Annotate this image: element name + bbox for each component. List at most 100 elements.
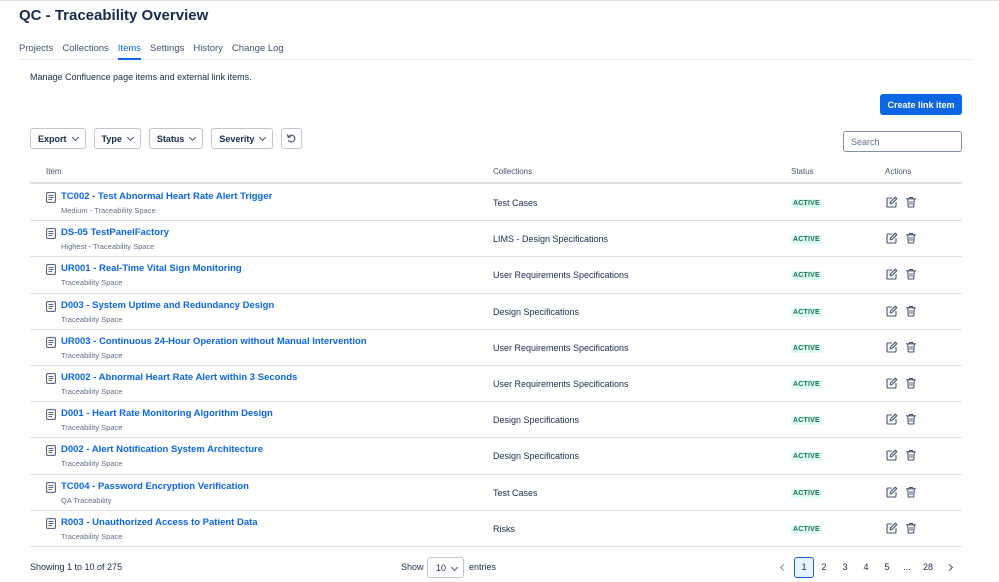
document-icon <box>46 228 56 240</box>
entries-label: entries <box>469 562 497 572</box>
create-link-item-button[interactable]: Create link item <box>880 94 962 115</box>
severity-filter[interactable]: Severity <box>211 128 274 149</box>
chevron-down-icon <box>126 133 134 141</box>
prev-page-icon[interactable] <box>779 563 788 572</box>
trash-icon[interactable] <box>905 341 917 353</box>
show-label: Show <box>401 562 424 572</box>
item-subtitle: Traceability Space <box>61 386 123 396</box>
status-badge: ACTIVE <box>791 307 822 317</box>
item-subtitle: Traceability Space <box>61 459 123 469</box>
type-filter[interactable]: Type <box>93 128 141 149</box>
item-title-link[interactable]: D002 - Alert Notification System Archite… <box>61 444 263 455</box>
edit-icon[interactable] <box>886 522 898 534</box>
page-button-1[interactable]: 1 <box>794 557 814 578</box>
table-row: UR002 - Abnormal Heart Rate Alert within… <box>30 366 962 403</box>
tab-change-log[interactable]: Change Log <box>232 43 284 60</box>
trash-icon[interactable] <box>905 449 917 461</box>
table-header: Item Collections Status Actions <box>30 164 962 184</box>
edit-icon[interactable] <box>886 449 898 461</box>
table-row: DS-05 TestPanelFactory Highest - Traceabi… <box>30 221 962 258</box>
items-table-body: TC002 - Test Abnormal Heart Rate Alert T… <box>30 185 962 547</box>
item-collection: User Requirements Specifications <box>493 342 629 353</box>
table-row: UR003 - Continuous 24-Hour Operation wit… <box>30 330 962 366</box>
top-divider <box>0 0 999 1</box>
item-title-link[interactable]: TC004 - Password Encryption Verification <box>61 481 249 492</box>
trash-icon[interactable] <box>905 268 917 280</box>
table-row: D001 - Heart Rate Monitoring Algorithm D… <box>30 402 962 439</box>
page-button-2[interactable]: 2 <box>816 557 832 578</box>
document-icon <box>46 373 56 384</box>
status-filter[interactable]: Status <box>148 128 204 149</box>
tab-projects[interactable]: Projects <box>19 43 53 60</box>
table-row: UR001 - Real-Time Vital Sign Monitoring T… <box>30 257 962 294</box>
trash-icon[interactable] <box>905 486 917 498</box>
edit-icon[interactable] <box>886 486 898 498</box>
edit-icon[interactable] <box>886 413 898 425</box>
search-input[interactable] <box>843 131 962 152</box>
export-dropdown[interactable]: Export <box>30 128 86 149</box>
page-title: QC - Traceability Overview <box>19 7 209 24</box>
trash-icon[interactable] <box>905 196 917 208</box>
trash-icon[interactable] <box>905 232 917 244</box>
edit-icon[interactable] <box>886 341 898 353</box>
status-badge: ACTIVE <box>791 343 822 353</box>
item-title-link[interactable]: UR003 - Continuous 24-Hour Operation wit… <box>61 336 367 347</box>
document-icon <box>46 409 56 421</box>
item-title-link[interactable]: TC002 - Test Abnormal Heart Rate Alert T… <box>61 191 272 202</box>
tab-history[interactable]: History <box>193 43 223 60</box>
item-subtitle: Traceability Space <box>61 423 123 433</box>
tab-settings[interactable]: Settings <box>150 43 184 60</box>
item-subtitle: Medium - Traceability Space <box>61 206 156 215</box>
table-row: TC002 - Test Abnormal Heart Rate Alert T… <box>30 185 962 222</box>
document-icon <box>46 445 56 457</box>
export-label: Export <box>38 133 67 144</box>
document-icon <box>46 192 56 203</box>
item-collection: User Requirements Specifications <box>493 270 629 281</box>
page-button-28[interactable]: 28 <box>919 557 937 578</box>
status-badge: ACTIVE <box>791 379 822 389</box>
edit-icon[interactable] <box>886 377 898 389</box>
page-size-select[interactable]: 10 <box>427 557 464 578</box>
edit-icon[interactable] <box>886 268 898 280</box>
showing-count: Showing 1 to 10 of 275 <box>30 562 123 572</box>
next-page-icon[interactable] <box>945 563 954 572</box>
status-badge: ACTIVE <box>791 488 822 498</box>
page-size-value: 10 <box>436 563 447 573</box>
page-button-5[interactable]: 5 <box>879 557 895 578</box>
item-title-link[interactable]: DS-05 TestPanelFactory <box>61 227 169 238</box>
item-title-link[interactable]: UR001 - Real-Time Vital Sign Monitoring <box>61 263 242 274</box>
trash-icon[interactable] <box>905 305 917 317</box>
page-button-4[interactable]: 4 <box>858 557 874 578</box>
filter-bar: Export Type Status Severity <box>30 128 310 149</box>
chevron-down-icon <box>259 133 267 141</box>
table-row: D003 - System Uptime and Redundancy Desi… <box>30 294 962 330</box>
item-collection: User Requirements Specifications <box>493 378 629 389</box>
item-subtitle: Traceability Space <box>61 531 123 541</box>
tab-items[interactable]: Items <box>117 43 142 60</box>
tab-collections[interactable]: Collections <box>62 43 108 60</box>
status-badge: ACTIVE <box>791 271 822 281</box>
item-subtitle: Highest - Traceability Space <box>61 242 155 252</box>
column-header-actions: Actions <box>885 167 912 176</box>
chevron-down-icon <box>71 133 79 141</box>
status-badge: ACTIVE <box>791 452 822 462</box>
trash-icon[interactable] <box>905 522 917 534</box>
item-collection: Test Cases <box>493 198 538 208</box>
page-button-3[interactable]: 3 <box>837 557 853 578</box>
item-title-link[interactable]: UR002 - Abnormal Heart Rate Alert within… <box>61 372 297 383</box>
status-badge: ACTIVE <box>791 235 822 245</box>
item-title-link[interactable]: D001 - Heart Rate Monitoring Algorithm D… <box>61 408 273 419</box>
item-title-link[interactable]: R003 - Unauthorized Access to Patient Da… <box>61 517 258 528</box>
trash-icon[interactable] <box>905 377 917 389</box>
edit-icon[interactable] <box>886 232 898 244</box>
item-collection: Design Specifications <box>493 306 580 317</box>
table-row: TC004 - Password Encryption Verification… <box>30 475 962 511</box>
trash-icon[interactable] <box>905 413 917 425</box>
item-subtitle: Traceability Space <box>61 278 123 288</box>
item-title-link[interactable]: D003 - System Uptime and Redundancy Desi… <box>61 300 274 311</box>
table-row: D002 - Alert Notification System Archite… <box>30 438 962 475</box>
edit-icon[interactable] <box>886 196 898 208</box>
table-row: R003 - Unauthorized Access to Patient Da… <box>30 511 962 547</box>
edit-icon[interactable] <box>886 305 898 317</box>
refresh-button[interactable] <box>281 128 303 149</box>
